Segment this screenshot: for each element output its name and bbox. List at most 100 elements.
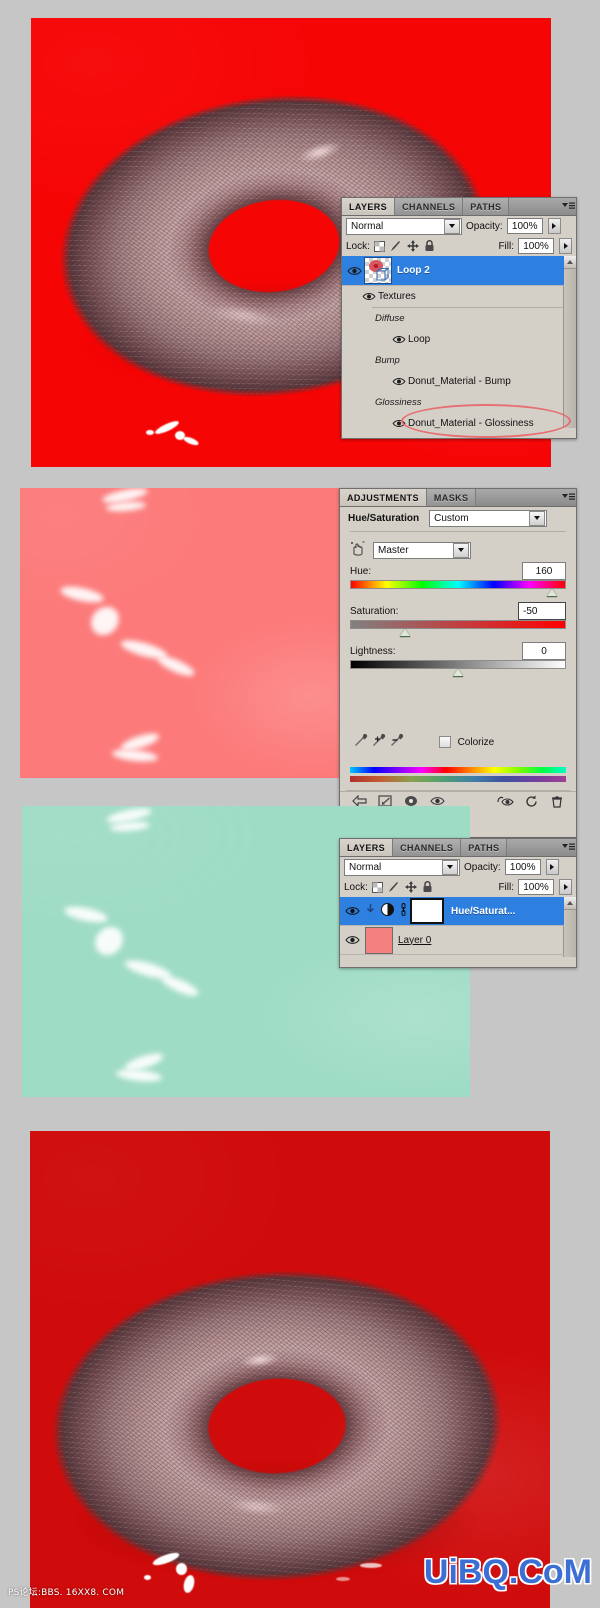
- delete-icon[interactable]: [544, 795, 570, 808]
- lightness-thumb[interactable]: [453, 669, 463, 677]
- channel-row[interactable]: Master: [340, 538, 576, 562]
- colorize-checkbox[interactable]: [438, 736, 451, 748]
- hue-value[interactable]: 160: [522, 562, 566, 580]
- tab-layers[interactable]: LAYERS: [340, 839, 394, 856]
- layer-list[interactable]: Loop 2 Textures Diffuse Loop Bump Donut_…: [342, 256, 576, 429]
- tab-channels[interactable]: CHANNELS: [395, 198, 464, 215]
- hue-row: Hue: 160: [340, 562, 576, 580]
- preset-row[interactable]: Hue/Saturation Custom: [340, 507, 576, 529]
- fill-value[interactable]: 100%: [518, 238, 554, 254]
- layer-visibility-eye-icon[interactable]: [342, 906, 362, 916]
- blend-mode-row[interactable]: Normal Opacity: 100%: [342, 216, 576, 236]
- lock-row[interactable]: Lock: Fill: 100%: [342, 236, 576, 256]
- visibility-eye-icon[interactable]: [390, 335, 408, 344]
- fill-stepper[interactable]: [559, 238, 572, 254]
- panel-menu-icon[interactable]: [560, 489, 576, 506]
- lightness-label: Lightness:: [350, 645, 396, 657]
- on-image-adjust-icon[interactable]: [350, 541, 365, 559]
- layer-thumbnail[interactable]: [364, 257, 392, 284]
- eyedropper-row[interactable]: Colorize: [340, 729, 576, 755]
- layers-panel-top[interactable]: LAYERS CHANNELS PATHS Normal Opacity: 10…: [341, 197, 577, 439]
- saturation-value[interactable]: -50: [518, 602, 566, 620]
- lightness-value[interactable]: 0: [522, 642, 566, 660]
- layer-thumbnail[interactable]: [365, 926, 393, 954]
- lock-row[interactable]: Lock: Fill: 100%: [340, 877, 576, 897]
- layers-scrollbar[interactable]: [563, 897, 576, 957]
- chevron-down-icon[interactable]: [529, 510, 546, 526]
- adjustments-panel[interactable]: ADJUSTMENTS MASKS Hue/Saturation Custom …: [339, 488, 577, 838]
- visibility-eye-icon[interactable]: [390, 377, 408, 386]
- fill-value[interactable]: 100%: [518, 879, 554, 895]
- lock-image-icon[interactable]: [388, 881, 400, 893]
- tab-paths[interactable]: PATHS: [463, 198, 510, 215]
- eyedropper-group[interactable]: [354, 733, 405, 751]
- panel-menu-icon[interactable]: [560, 839, 576, 856]
- layer-list[interactable]: Hue/Saturat... Layer 0: [340, 897, 576, 957]
- layer-tree-item[interactable]: Loop: [342, 329, 576, 350]
- layer-mask-thumbnail[interactable]: [410, 898, 444, 924]
- lock-position-icon[interactable]: [404, 881, 417, 893]
- visibility-eye-icon[interactable]: [360, 292, 378, 301]
- blend-mode-select[interactable]: Normal: [344, 858, 460, 876]
- hue-thumb[interactable]: [547, 589, 558, 597]
- lock-all-icon[interactable]: [424, 240, 435, 252]
- tab-layers[interactable]: LAYERS: [342, 198, 396, 215]
- lock-transparency-icon[interactable]: [373, 240, 385, 252]
- layer-tree-item[interactable]: Donut_Material - Bump: [342, 371, 576, 392]
- panel-tabbar[interactable]: LAYERS CHANNELS PATHS: [340, 839, 576, 857]
- layer-visibility-eye-icon[interactable]: [344, 266, 364, 276]
- panel-menu-icon[interactable]: [560, 198, 576, 215]
- paint-splash: [336, 1577, 350, 1581]
- layer-visibility-eye-icon[interactable]: [342, 935, 362, 945]
- saturation-slider[interactable]: [340, 620, 576, 637]
- layers-panel-bottom[interactable]: LAYERS CHANNELS PATHS Normal Opacity: 10…: [339, 838, 577, 968]
- tab-adjustments[interactable]: ADJUSTMENTS: [340, 489, 427, 506]
- layers-scrollbar[interactable]: [563, 256, 576, 428]
- eyedropper-icon[interactable]: [354, 733, 372, 751]
- hue-track[interactable]: [350, 580, 566, 597]
- tab-paths[interactable]: PATHS: [461, 839, 508, 856]
- tab-channels[interactable]: CHANNELS: [393, 839, 462, 856]
- view-previous-state-icon[interactable]: [492, 796, 518, 807]
- layer-tree-item[interactable]: Textures: [342, 286, 576, 307]
- fill-stepper[interactable]: [559, 879, 572, 895]
- lock-image-icon[interactable]: [390, 240, 402, 252]
- lightness-track[interactable]: [350, 660, 566, 677]
- highlight-ellipse: [401, 404, 571, 438]
- lock-all-icon[interactable]: [422, 881, 433, 893]
- opacity-stepper[interactable]: [547, 218, 561, 234]
- saturation-thumb[interactable]: [399, 629, 410, 637]
- saturation-track[interactable]: [350, 620, 566, 637]
- layer-row-layer0[interactable]: Layer 0: [340, 926, 564, 955]
- lock-buttons[interactable]: [373, 240, 435, 252]
- opacity-value[interactable]: 100%: [506, 218, 543, 234]
- panel-tabbar[interactable]: LAYERS CHANNELS PATHS: [342, 198, 576, 216]
- chevron-down-icon[interactable]: [453, 542, 469, 558]
- opacity-value[interactable]: 100%: [504, 859, 541, 875]
- channel-value: Master: [378, 544, 409, 556]
- eyedropper-subtract-icon[interactable]: [390, 733, 405, 751]
- panel-tabbar[interactable]: ADJUSTMENTS MASKS: [340, 489, 576, 507]
- preset-select[interactable]: Custom: [429, 509, 548, 527]
- chevron-down-icon[interactable]: [444, 218, 460, 234]
- lightness-slider[interactable]: [340, 660, 576, 677]
- scroll-up-arrow-icon[interactable]: [564, 256, 576, 269]
- hue-slider[interactable]: [340, 580, 576, 597]
- layer-row-loop2[interactable]: Loop 2: [342, 256, 564, 286]
- blend-mode-select[interactable]: Normal: [346, 217, 462, 235]
- channel-select[interactable]: Master: [373, 541, 471, 559]
- layer-row-hue-saturation[interactable]: Hue/Saturat...: [340, 897, 564, 926]
- lock-position-icon[interactable]: [406, 240, 419, 252]
- chevron-down-icon[interactable]: [442, 859, 458, 875]
- opacity-stepper[interactable]: [545, 859, 559, 875]
- blend-mode-row[interactable]: Normal Opacity: 100%: [340, 857, 576, 877]
- lock-transparency-icon[interactable]: [371, 881, 383, 893]
- eyedropper-add-icon[interactable]: [372, 733, 390, 751]
- tabbar-filler: [476, 489, 560, 506]
- preview-eye-icon[interactable]: [424, 796, 450, 806]
- link-mask-icon[interactable]: [400, 903, 407, 919]
- scroll-up-arrow-icon[interactable]: [564, 897, 576, 910]
- tab-masks[interactable]: MASKS: [426, 489, 477, 506]
- lock-buttons[interactable]: [371, 881, 433, 893]
- reset-icon[interactable]: [518, 795, 544, 808]
